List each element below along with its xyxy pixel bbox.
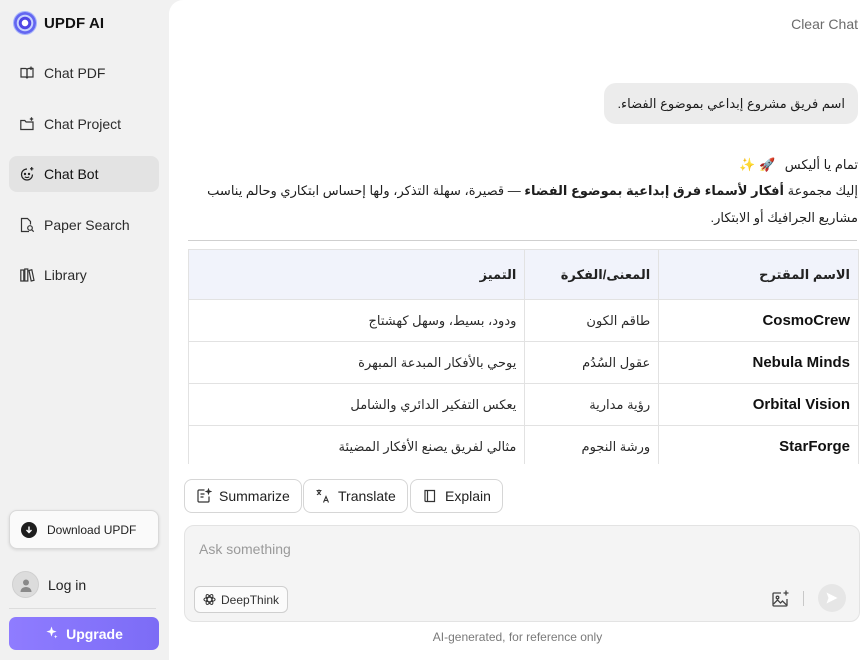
avatar bbox=[12, 571, 39, 598]
book-icon bbox=[424, 489, 436, 503]
ai-disclaimer: AI-generated, for reference only bbox=[432, 630, 603, 644]
atom-icon bbox=[203, 594, 216, 605]
names-table: الاسم المقترح المعنى/الفكرة التميز Cosmo… bbox=[187, 249, 859, 464]
explain-label: Explain bbox=[445, 488, 491, 504]
sidebar-divider bbox=[9, 608, 156, 609]
sparkle-icon bbox=[45, 625, 58, 642]
table-cell-meaning: رؤية مدارية bbox=[524, 383, 660, 426]
table-cell-distinction: يوحي بالأفكار المبدعة المبهرة bbox=[187, 341, 526, 384]
ask-input[interactable] bbox=[199, 538, 839, 560]
table-cell-name: StarForge bbox=[658, 425, 859, 464]
table-cell-name: Nebula Minds bbox=[658, 341, 859, 384]
explain-button[interactable]: Explain bbox=[410, 479, 503, 513]
upgrade-button[interactable]: Upgrade bbox=[9, 617, 159, 650]
table-row: Nebula Minds عقول السُدُم يوحي بالأفكار … bbox=[187, 341, 859, 384]
table-cell-distinction: ودود، بسيط، وسهل كهشتاج bbox=[187, 299, 526, 342]
download-label: Download UPDF bbox=[47, 522, 137, 537]
summarize-label: Summarize bbox=[219, 488, 290, 504]
translate-icon bbox=[316, 489, 330, 503]
summarize-icon bbox=[197, 488, 212, 503]
table-row: StarForge ورشة النجوم مثالي لفريق يصنع ا… bbox=[187, 425, 859, 464]
table-cell-distinction: مثالي لفريق يصنع الأفكار المضيئة bbox=[187, 425, 526, 464]
upgrade-label: Upgrade bbox=[66, 625, 123, 642]
table-cell-meaning: عقول السُدُم bbox=[524, 341, 660, 384]
table-cell-distinction: يعكس التفكير الدائري والشامل bbox=[187, 383, 526, 426]
composer-separator bbox=[803, 591, 804, 606]
summarize-button[interactable]: Summarize bbox=[184, 479, 302, 513]
login-button[interactable]: Log in bbox=[12, 571, 86, 598]
translate-button[interactable]: Translate bbox=[303, 479, 408, 513]
table-row: CosmoCrew طاقم الكون ودود، بسيط، وسهل كه… bbox=[187, 299, 859, 342]
download-icon bbox=[21, 521, 37, 538]
table-header-distinction: التميز bbox=[187, 249, 526, 300]
table-row: Orbital Vision رؤية مدارية يعكس التفكير … bbox=[187, 383, 859, 426]
table-header-meaning: المعنى/الفكرة bbox=[524, 249, 660, 300]
table-cell-meaning: ورشة النجوم bbox=[524, 425, 660, 464]
translate-label: Translate bbox=[338, 488, 396, 504]
composer: DeepThink bbox=[184, 525, 860, 622]
table-cell-name: Orbital Vision bbox=[658, 383, 859, 426]
answer-table-viewport[interactable]: الاسم المقترح المعنى/الفكرة التميز Cosmo… bbox=[0, 0, 866, 464]
table-cell-name: CosmoCrew bbox=[658, 299, 859, 342]
deepthink-label: DeepThink bbox=[221, 592, 280, 607]
send-button[interactable] bbox=[818, 584, 846, 612]
send-icon bbox=[826, 592, 838, 604]
table-header-name: الاسم المقترح bbox=[658, 249, 859, 300]
table-cell-meaning: طاقم الكون bbox=[524, 299, 660, 342]
deepthink-toggle[interactable]: DeepThink bbox=[194, 586, 289, 613]
table-header-row: الاسم المقترح المعنى/الفكرة التميز bbox=[187, 249, 859, 300]
add-image-button[interactable] bbox=[770, 589, 790, 609]
login-label: Log in bbox=[48, 576, 87, 593]
download-updf-button[interactable]: Download UPDF bbox=[9, 510, 159, 549]
image-plus-icon bbox=[772, 590, 789, 607]
